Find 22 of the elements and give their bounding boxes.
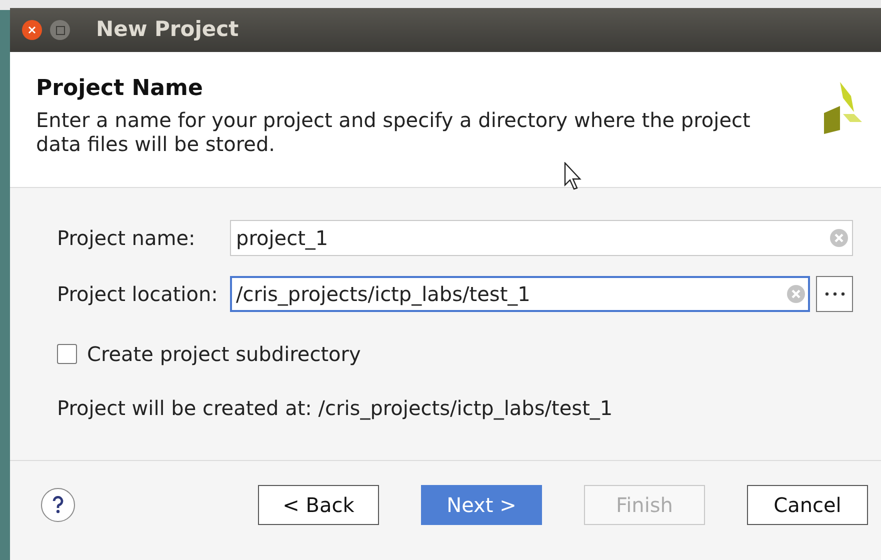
dialog-button[interactable]: Next > bbox=[421, 485, 542, 525]
logo-icon bbox=[824, 82, 862, 134]
page-title: Project Name bbox=[36, 76, 204, 102]
more-icon bbox=[824, 292, 844, 296]
dialog-button[interactable]: < Back bbox=[258, 485, 379, 525]
help-button[interactable] bbox=[41, 488, 75, 522]
summary-text: Project will be created at: /cris_projects/ictp_labs/test_1 bbox=[57, 395, 614, 422]
field-label: Project location: bbox=[57, 281, 219, 308]
checkbox[interactable] bbox=[57, 344, 77, 364]
window-title: New Project bbox=[96, 16, 239, 44]
text-field[interactable]: project_1 bbox=[230, 220, 853, 256]
close-button[interactable] bbox=[22, 20, 42, 40]
close-icon bbox=[28, 26, 36, 34]
text-field[interactable]: /cris_projects/ictp_labs/test_1 bbox=[230, 276, 810, 312]
dialog-button[interactable]: Cancel bbox=[747, 485, 868, 525]
browse-button[interactable] bbox=[816, 276, 853, 312]
maximize-button[interactable] bbox=[50, 20, 70, 40]
page-description: Enter a name for your project and specify a directory where the project data files will be stored. bbox=[36, 108, 752, 156]
field-label: Project name: bbox=[57, 225, 196, 252]
checkbox-label: Create project subdirectory bbox=[87, 341, 361, 368]
maximize-icon bbox=[56, 26, 64, 34]
help-icon bbox=[52, 496, 64, 514]
